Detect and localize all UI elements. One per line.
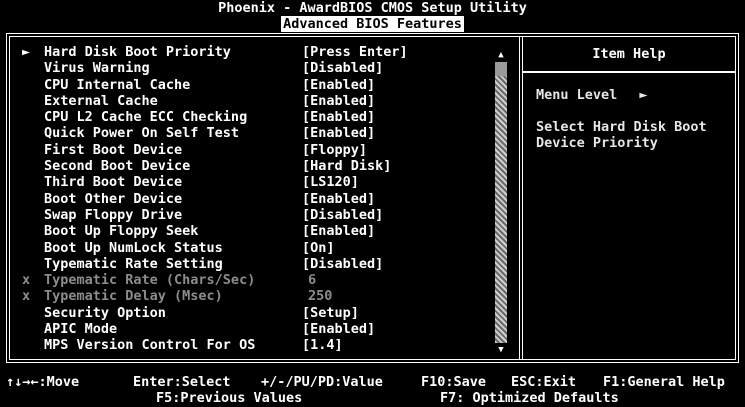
setting-label: Security Option — [44, 304, 166, 321]
setting-label: Second Boot Device — [44, 158, 191, 175]
key-hint-move: ↑↓→←:Move — [6, 374, 80, 390]
setting-label: Third Boot Device — [44, 174, 183, 191]
key-hint-help: F1:General Help — [603, 374, 725, 390]
setting-value[interactable]: [Enabled] — [302, 191, 375, 207]
help-separator — [523, 71, 735, 73]
setting-row[interactable]: Swap Floppy Drive [Disabled] — [22, 207, 492, 223]
setting-row[interactable]: External Cache [Enabled] — [22, 93, 492, 109]
setting-row[interactable]: Security Option [Setup] — [22, 305, 492, 321]
setting-value[interactable]: [Enabled] — [302, 93, 375, 109]
setting-label: MPS Version Control For OS — [44, 337, 256, 354]
setting-value[interactable]: [LS120] — [302, 174, 359, 190]
setting-label: Typematic Rate (Chars/Sec) — [44, 272, 256, 289]
key-hint-value: +/-/PU/PD:Value — [261, 374, 383, 390]
utility-title: Phoenix - AwardBIOS CMOS Setup Utility — [218, 0, 527, 16]
scrollbar-thumb[interactable] — [495, 76, 507, 343]
settings-list: ► Hard Disk Boot Priority [Press Enter] Vir… — [22, 44, 492, 354]
disabled-marker: x — [22, 288, 31, 305]
setup-header: Phoenix - AwardBIOS CMOS Setup Utility A… — [0, 0, 745, 32]
setting-row[interactable]: Third Boot Device [LS120] — [22, 174, 492, 190]
bios-panel: ► Hard Disk Boot Priority [Press Enter] Vir… — [6, 33, 739, 363]
setting-row[interactable]: Quick Power On Self Test [Enabled] — [22, 125, 492, 141]
setting-value[interactable]: [Enabled] — [302, 321, 375, 337]
setting-row: x Typematic Rate (Chars/Sec) 6 — [22, 272, 492, 288]
setting-label: Swap Floppy Drive — [44, 206, 183, 223]
setting-row[interactable]: CPU L2 Cache ECC Checking [Enabled] — [22, 109, 492, 125]
setting-value[interactable]: [Enabled] — [302, 109, 375, 125]
setting-value[interactable]: [Enabled] — [302, 125, 375, 141]
menu-level-arrow-icon: ► — [639, 87, 648, 103]
disabled-marker: x — [22, 272, 31, 289]
setting-value[interactable]: [Disabled] — [302, 207, 383, 223]
setting-label: Quick Power On Self Test — [44, 125, 240, 142]
setting-label: Virus Warning — [44, 60, 150, 77]
setting-row[interactable]: Second Boot Device [Hard Disk] — [22, 158, 492, 174]
setting-row[interactable]: APIC Mode [Enabled] — [22, 321, 492, 337]
setting-value[interactable]: [Disabled] — [302, 60, 383, 76]
setting-label: Typematic Delay (Msec) — [44, 288, 223, 305]
setting-value[interactable]: [Hard Disk] — [302, 158, 391, 174]
setting-row[interactable]: First Boot Device [Floppy] — [22, 142, 492, 158]
setting-value: 6 — [308, 272, 317, 289]
setting-value[interactable]: [Disabled] — [302, 256, 383, 272]
setting-value[interactable]: [Setup] — [302, 305, 359, 321]
scrollbar-track[interactable] — [495, 62, 507, 343]
setting-value: 250 — [308, 288, 333, 305]
setting-value[interactable]: [Enabled] — [302, 77, 375, 93]
setting-label: CPU Internal Cache — [44, 76, 191, 93]
help-line: Device Priority — [536, 135, 658, 151]
key-hint-previous: F5:Previous Values — [156, 390, 303, 406]
setting-label: External Cache — [44, 92, 158, 109]
scroll-down-arrow-icon[interactable]: ▼ — [495, 345, 507, 355]
key-hint-exit: ESC:Exit — [511, 374, 577, 390]
setting-value[interactable]: [1.4] — [302, 337, 343, 353]
setting-value[interactable]: [On] — [302, 240, 335, 256]
setting-value[interactable]: [Enabled] — [302, 223, 375, 239]
item-help-title: Item Help — [592, 46, 666, 62]
setting-label: Boot Other Device — [44, 190, 183, 207]
key-hint-defaults: F7: Optimized Defaults — [440, 390, 619, 406]
page-title: Advanced BIOS Features — [281, 16, 464, 32]
setting-label: Hard Disk Boot Priority — [44, 44, 231, 60]
setting-label: Boot Up NumLock Status — [44, 239, 223, 256]
setting-value[interactable]: [Press Enter] — [302, 44, 408, 60]
setting-label: First Boot Device — [44, 141, 183, 158]
setting-row[interactable]: MPS Version Control For OS [1.4] — [22, 337, 492, 353]
key-hint-select: Enter:Select — [133, 374, 231, 390]
setting-row[interactable]: Boot Up Floppy Seek [Enabled] — [22, 223, 492, 239]
submenu-arrow-icon: ► — [22, 44, 31, 60]
setting-row[interactable]: ► Hard Disk Boot Priority [Press Enter] — [22, 44, 492, 60]
scrollbar[interactable]: ▲ ▼ — [495, 50, 507, 355]
setting-label: Boot Up Floppy Seek — [44, 223, 199, 240]
scroll-up-arrow-icon[interactable]: ▲ — [495, 50, 507, 60]
setting-row[interactable]: Virus Warning [Disabled] — [22, 60, 492, 76]
help-line: Select Hard Disk Boot — [536, 119, 707, 135]
setting-value[interactable]: [Floppy] — [302, 142, 367, 158]
menu-level-label: Menu Level — [536, 87, 618, 103]
setting-row: x Typematic Delay (Msec) 250 — [22, 288, 492, 304]
help-description: Select Hard Disk Boot Device Priority — [536, 119, 741, 151]
key-hint-save: F10:Save — [421, 374, 487, 390]
setting-row[interactable]: Boot Up NumLock Status [On] — [22, 240, 492, 256]
menu-level: Menu Level ► — [536, 86, 648, 104]
setting-row[interactable]: Boot Other Device [Enabled] — [22, 191, 492, 207]
setting-label: APIC Mode — [44, 321, 118, 338]
setting-row[interactable]: CPU Internal Cache [Enabled] — [22, 77, 492, 93]
setting-row[interactable]: Typematic Rate Setting [Disabled] — [22, 256, 492, 272]
setting-label: CPU L2 Cache ECC Checking — [44, 109, 248, 126]
setting-label: Typematic Rate Setting — [44, 255, 223, 272]
panel-divider — [519, 37, 523, 359]
